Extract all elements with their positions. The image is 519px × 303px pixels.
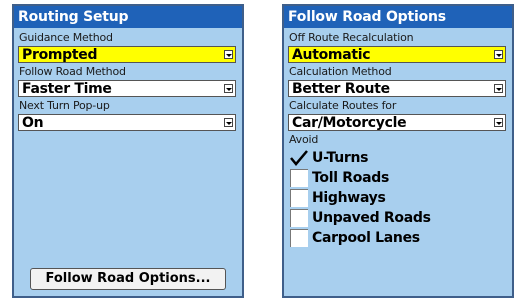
checkbox-empty-icon: [290, 229, 308, 247]
avoid-u-turns-label: U-Turns: [312, 150, 369, 166]
avoid-u-turns-checkbox[interactable]: U-Turns: [288, 149, 508, 167]
calculation-method-dropdown[interactable]: Better Route: [288, 80, 506, 97]
dropdown-arrow-icon: [224, 84, 233, 93]
follow-road-options-title: Follow Road Options: [284, 6, 512, 28]
avoid-carpool-lanes-label: Carpool Lanes: [312, 230, 420, 246]
next-turn-popup-dropdown[interactable]: On: [18, 114, 236, 131]
avoid-highways-label: Highways: [312, 190, 386, 206]
off-route-recalculation-dropdown[interactable]: Automatic: [288, 46, 506, 63]
avoid-unpaved-roads-checkbox[interactable]: Unpaved Roads: [288, 209, 508, 227]
follow-road-options-button[interactable]: Follow Road Options...: [30, 268, 226, 290]
avoid-label: Avoid: [289, 133, 319, 146]
calculation-method-label: Calculation Method: [289, 65, 392, 78]
follow-road-method-label: Follow Road Method: [19, 65, 126, 78]
guidance-method-value: Prompted: [22, 47, 98, 63]
follow-road-method-value: Faster Time: [22, 81, 112, 97]
dropdown-arrow-icon: [494, 118, 503, 127]
routing-setup-screen: Routing Setup Guidance Method Prompted F…: [12, 4, 244, 298]
next-turn-popup-value: On: [22, 115, 44, 131]
off-route-recalculation-value: Automatic: [292, 47, 371, 63]
dropdown-arrow-icon: [224, 118, 233, 127]
dropdown-arrow-icon: [494, 50, 503, 59]
follow-road-method-dropdown[interactable]: Faster Time: [18, 80, 236, 97]
checkbox-empty-icon: [290, 169, 308, 187]
routing-setup-title: Routing Setup: [14, 6, 242, 28]
dropdown-arrow-icon: [224, 50, 233, 59]
avoid-unpaved-roads-label: Unpaved Roads: [312, 210, 431, 226]
calculation-method-value: Better Route: [292, 81, 390, 97]
checkmark-icon: [290, 150, 308, 166]
checkbox-empty-icon: [290, 189, 308, 207]
avoid-toll-roads-checkbox[interactable]: Toll Roads: [288, 169, 508, 187]
off-route-recalculation-label: Off Route Recalculation: [289, 31, 414, 44]
guidance-method-dropdown[interactable]: Prompted: [18, 46, 236, 63]
guidance-method-label: Guidance Method: [19, 31, 113, 44]
calculate-routes-for-value: Car/Motorcycle: [292, 115, 407, 131]
follow-road-options-screen: Follow Road Options Off Route Recalculat…: [282, 4, 514, 298]
calculate-routes-for-dropdown[interactable]: Car/Motorcycle: [288, 114, 506, 131]
avoid-carpool-lanes-checkbox[interactable]: Carpool Lanes: [288, 229, 508, 247]
checkbox-empty-icon: [290, 209, 308, 227]
calculate-routes-for-label: Calculate Routes for: [289, 99, 397, 112]
avoid-toll-roads-label: Toll Roads: [312, 170, 389, 186]
dropdown-arrow-icon: [494, 84, 503, 93]
next-turn-popup-label: Next Turn Pop-up: [19, 99, 110, 112]
avoid-highways-checkbox[interactable]: Highways: [288, 189, 508, 207]
